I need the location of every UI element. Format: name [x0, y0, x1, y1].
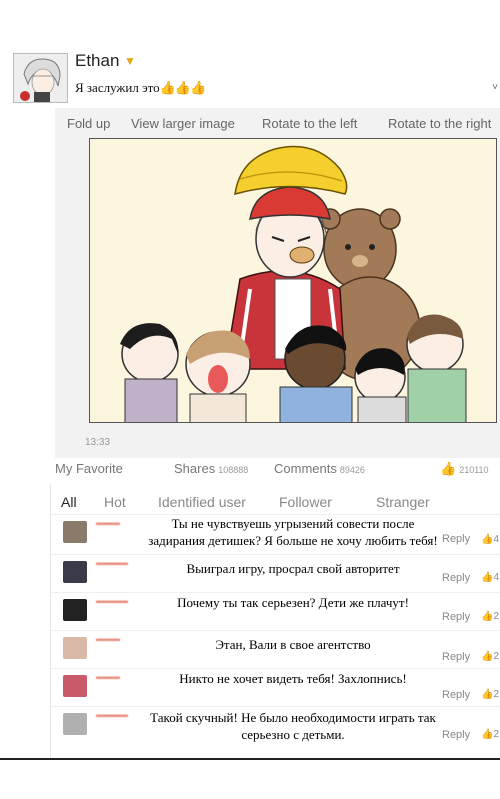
comments-button[interactable]: Comments 89426 [274, 461, 365, 476]
comment-item: ▬▬▬▬ Выиграл игру, просрал свой авторите… [51, 554, 500, 592]
comment-like-count: 2 [493, 729, 500, 740]
comment-item: ▬▬▬ Ты не чувствуешь угрызений совести п… [51, 514, 500, 552]
post-timestamp: 13:33 [85, 437, 111, 448]
commenter-avatar[interactable] [63, 637, 87, 659]
reply-button[interactable]: Reply [442, 651, 470, 663]
post-image[interactable] [89, 138, 497, 423]
comment-like-button[interactable]: 👍2 [481, 689, 499, 700]
rotate-right-button[interactable]: Rotate to the right [388, 116, 491, 131]
username[interactable]: Ethan [75, 51, 119, 71]
comment-text: Выиграл игру, просрал свой авторитет [186, 561, 400, 576]
thumbs-up-icon: 👍 [481, 729, 494, 740]
my-favorite-button[interactable]: My Favorite [55, 461, 123, 476]
reply-button[interactable]: Reply [442, 611, 470, 623]
comment-like-count: 2 [493, 689, 500, 700]
reply-button[interactable]: Reply [442, 572, 470, 584]
view-larger-image-button[interactable]: View larger image [131, 116, 235, 131]
action-bar: My Favorite Shares 108888 Comments 89426 👍… [55, 458, 500, 484]
commenter-avatar[interactable] [63, 713, 87, 735]
image-viewer-panel: Fold up View larger image Rotate to the … [55, 108, 500, 458]
tab-hot[interactable]: Hot [104, 494, 126, 510]
chevron-down-icon[interactable]: ˅ [492, 82, 498, 93]
comment-like-count: 2 [493, 651, 500, 662]
tab-follower[interactable]: Follower [279, 494, 332, 510]
comment-like-count: 4 [493, 534, 500, 545]
comment-item: ▬▬▬ Никто не хочет видеть тебя! Захлопни… [51, 668, 500, 706]
commenter-avatar[interactable] [63, 599, 87, 621]
like-button[interactable]: 👍 210110 [440, 461, 489, 477]
bottom-divider [0, 758, 500, 760]
tab-all[interactable]: All [61, 494, 77, 510]
commenter-name-blurred[interactable]: ▬▬▬▬ [96, 596, 128, 605]
comment-like-button[interactable]: 👍4 [481, 534, 499, 545]
thumbs-up-icon: 👍 [481, 651, 494, 662]
post-text: Я заслужил это👍👍👍 [75, 80, 207, 96]
comment-like-button[interactable]: 👍2 [481, 611, 499, 622]
tab-stranger[interactable]: Stranger [376, 494, 430, 510]
commenter-avatar[interactable] [63, 561, 87, 583]
commenter-name-blurred[interactable]: ▬▬▬▬ [96, 710, 128, 719]
comment-text: Ты не чувствуешь угрызений совести после… [148, 516, 438, 548]
verified-badge-icon: ▼ [124, 54, 136, 68]
commenter-name-blurred[interactable]: ▬▬▬ [96, 518, 120, 527]
post-text-body: Я заслужил это [75, 80, 160, 95]
tab-identified-user[interactable]: Identified user [158, 494, 246, 510]
comment-like-count: 2 [493, 611, 500, 622]
comments-section: All Hot Identified user Follower Strange… [50, 484, 500, 758]
thumbs-up-icon: 👍 [481, 689, 494, 700]
comments-count: 89426 [339, 465, 365, 475]
thumbs-up-icon: 👍 [481, 572, 494, 583]
commenter-avatar[interactable] [63, 521, 87, 543]
thumbs-up-icon: 👍 [440, 461, 457, 476]
comment-like-button[interactable]: 👍2 [481, 729, 499, 740]
shares-button[interactable]: Shares 108888 [174, 461, 248, 476]
comments-label: Comments [274, 461, 337, 476]
comment-like-button[interactable]: 👍2 [481, 651, 499, 662]
commenter-avatar[interactable] [63, 675, 87, 697]
comment-filter-tabs: All Hot Identified user Follower Strange… [51, 492, 500, 514]
reply-button[interactable]: Reply [442, 689, 470, 701]
thumbs-up-icon: 👍 [481, 534, 494, 545]
thumbs-up-icon: 👍 [481, 611, 494, 622]
reply-button[interactable]: Reply [442, 533, 470, 545]
thumbs-up-emoji: 👍👍👍 [159, 80, 207, 95]
comment-like-count: 4 [493, 572, 500, 583]
post-header: Ethan ▼ Я заслужил это👍👍👍 ˅ [0, 46, 500, 106]
commenter-name-blurred[interactable]: ▬▬▬ [96, 634, 120, 643]
user-avatar[interactable] [13, 53, 68, 103]
comic-illustration [90, 139, 496, 422]
comment-item: ▬▬▬ Этан, Вали в свое агентство Reply 👍2 [51, 630, 500, 668]
comment-text: Почему ты так серьезен? Дети же плачут! [177, 595, 409, 610]
comment-item: ▬▬▬▬ Такой скучный! Не было необходимост… [51, 706, 500, 744]
rotate-left-button[interactable]: Rotate to the left [262, 116, 357, 131]
comment-like-button[interactable]: 👍4 [481, 572, 499, 583]
comment-text: Такой скучный! Не было необходимости игр… [150, 710, 436, 742]
comment-text: Никто не хочет видеть тебя! Захлопнись! [179, 671, 407, 686]
fold-up-button[interactable]: Fold up [67, 116, 110, 131]
shares-count: 108888 [218, 465, 249, 475]
comment-item: ▬▬▬▬ Почему ты так серьезен? Дети же пла… [51, 592, 500, 630]
shares-label: Shares [174, 461, 216, 476]
commenter-name-blurred[interactable]: ▬▬▬▬ [96, 558, 128, 567]
comment-text: Этан, Вали в свое агентство [215, 637, 371, 652]
reply-button[interactable]: Reply [442, 729, 470, 741]
likes-count: 210110 [459, 465, 489, 475]
commenter-name-blurred[interactable]: ▬▬▬ [96, 672, 120, 681]
